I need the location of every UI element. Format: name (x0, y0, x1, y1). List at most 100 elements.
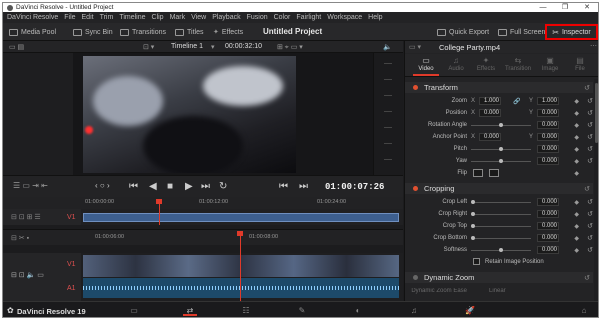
keyframe-icon[interactable]: ◆ (574, 158, 579, 165)
transform-section-header[interactable]: Transform ↺ (405, 82, 593, 93)
deliver-page-icon[interactable]: 🚀 (463, 306, 477, 316)
link-icon[interactable]: 🔗 (513, 98, 520, 105)
timeline-tools-icons[interactable]: ⊟ ✂ ▪ (11, 234, 29, 242)
play-reverse-button[interactable]: ◀ (149, 181, 157, 192)
rotation-field[interactable]: 0.000 (537, 121, 559, 129)
quick-export-button[interactable]: Quick Export (437, 26, 489, 38)
reset-icon[interactable]: ↺ (587, 133, 593, 141)
fairlight-page-icon[interactable]: ♫ (407, 306, 421, 316)
menu-color[interactable]: Color (274, 14, 291, 21)
reset-icon[interactable]: ↺ (587, 234, 593, 242)
edit-tools-icons[interactable]: ☰ ▭ ⇥ ⇤ (13, 181, 48, 190)
keyframe-icon[interactable]: ◆ (574, 235, 579, 242)
softness-slider-knob[interactable] (499, 248, 503, 252)
dynamic-zoom-enable-toggle[interactable] (413, 275, 418, 280)
anchor-y-field[interactable]: 0.000 (537, 133, 559, 141)
keyframe-icon[interactable]: ◆ (574, 98, 579, 105)
transform-enable-toggle[interactable] (413, 85, 418, 90)
cropping-section-header[interactable]: Cropping ↺ (405, 183, 593, 194)
crop-bottom-slider[interactable] (475, 238, 531, 239)
crop-top-slider[interactable] (475, 226, 531, 227)
yaw-field[interactable]: 0.000 (537, 157, 559, 165)
overview-playhead-marker[interactable] (156, 199, 162, 204)
cut-page-icon[interactable]: ⇄ (183, 306, 197, 316)
go-to-end-button[interactable]: ⏭ (201, 181, 210, 192)
full-screen-button[interactable]: Full Screen (498, 26, 545, 38)
maximize-button[interactable]: ❐ (554, 3, 576, 12)
zoom-y-field[interactable]: 1.000 (537, 97, 559, 105)
transitions-button[interactable]: Transitions (120, 26, 166, 38)
timeline-playhead[interactable] (240, 231, 241, 301)
pitch-field[interactable]: 0.000 (537, 145, 559, 153)
cropping-enable-toggle[interactable] (413, 186, 418, 191)
edit-page-icon[interactable]: ☷ (239, 306, 253, 316)
menu-edit[interactable]: Edit (82, 14, 94, 21)
keyframe-icon[interactable]: ◆ (574, 199, 579, 206)
home-icon[interactable]: ⌂ (577, 306, 591, 316)
dynamic-zoom-section-header[interactable]: Dynamic Zoom ↺ (405, 272, 593, 283)
minimize-button[interactable]: — (532, 3, 554, 12)
track-tools-icons[interactable]: ⊟ ⊡ ⊞ ☰ (11, 213, 41, 221)
crop-left-field[interactable]: 0.000 (537, 198, 559, 206)
menu-file[interactable]: File (64, 14, 75, 21)
menu-help[interactable]: Help (368, 14, 382, 21)
reset-icon[interactable]: ↺ (587, 198, 593, 206)
inspector-button[interactable]: ✂ Inspector (545, 24, 598, 40)
menu-resolve[interactable]: DaVinci Resolve (7, 14, 58, 21)
fusion-page-icon[interactable]: ✎ (295, 306, 309, 316)
go-to-start-button[interactable]: ⏮ (129, 181, 138, 192)
position-y-field[interactable]: 0.000 (537, 109, 559, 117)
track-controls-icons[interactable]: ⊟ ⊡ 🔈 ▭ (11, 271, 44, 279)
audio-clip[interactable] (83, 278, 399, 298)
stop-button[interactable]: ■ (167, 181, 173, 192)
prev-edit-button[interactable]: ⏮ (279, 181, 288, 192)
menu-playback[interactable]: Playback (212, 14, 240, 21)
tab-file[interactable]: ▤ File (565, 56, 595, 72)
media-pool-button[interactable]: Media Pool (9, 26, 56, 38)
rotation-slider-knob[interactable] (499, 123, 503, 127)
dynamic-zoom-ease-value[interactable]: Linear (489, 288, 506, 294)
overview-ruler[interactable]: 01:00:00:00 01:00:12:00 01:00:24:00 (3, 197, 403, 209)
reset-icon[interactable]: ↺ (584, 84, 590, 92)
zoom-dropdown[interactable]: ⊡ ▾ (143, 43, 154, 51)
reset-icon[interactable]: ↺ (587, 109, 593, 117)
next-edit-button[interactable]: ⏭ (299, 181, 308, 192)
menu-timeline[interactable]: Timeline (119, 14, 145, 21)
media-page-icon[interactable]: ▭ (127, 306, 141, 316)
anchor-x-field[interactable]: 0.000 (479, 133, 501, 141)
tab-effects[interactable]: ✦ Effects (471, 56, 501, 72)
menu-mark[interactable]: Mark (170, 14, 186, 21)
panel-icons[interactable]: ▭ ▾ (409, 43, 421, 51)
yaw-slider-knob[interactable] (499, 159, 503, 163)
keyframe-icon[interactable]: ◆ (574, 146, 579, 153)
keyframe-icon[interactable]: ◆ (574, 211, 579, 218)
close-button[interactable]: ✕ (576, 3, 598, 12)
crop-top-field[interactable]: 0.000 (537, 222, 559, 230)
timeline-dropdown-icon[interactable]: ▾ (211, 43, 215, 51)
keyframe-icon[interactable]: ◆ (574, 223, 579, 230)
keyframe-icon[interactable]: ◆ (574, 170, 579, 177)
loop-button[interactable]: ↻ (219, 181, 227, 192)
scrollbar-thumb[interactable] (595, 83, 598, 143)
video-clip[interactable] (83, 255, 399, 277)
reset-icon[interactable]: ↺ (587, 246, 593, 254)
flip-vertical-button[interactable] (489, 169, 499, 177)
play-button[interactable]: ▶ (185, 181, 193, 192)
tab-transition[interactable]: ⇆ Transition (503, 56, 533, 72)
crop-left-slider[interactable] (475, 202, 531, 203)
reset-icon[interactable]: ↺ (584, 274, 590, 282)
reset-icon[interactable]: ↺ (587, 210, 593, 218)
reset-icon[interactable]: ↺ (587, 157, 593, 165)
crop-bottom-field[interactable]: 0.000 (537, 234, 559, 242)
timeline-ruler[interactable]: ⊟ ✂ ▪ 01:00:06:00 01:00:08:00 (3, 229, 403, 245)
pitch-slider-knob[interactable] (499, 147, 503, 151)
speaker-icon[interactable]: 🔈 (383, 43, 392, 51)
zoom-x-field[interactable]: 1.000 (479, 97, 501, 105)
retain-image-position-checkbox[interactable] (473, 258, 480, 265)
more-options-icon[interactable]: ⋯ (590, 42, 597, 50)
menu-clip[interactable]: Clip (152, 14, 164, 21)
sync-bin-button[interactable]: Sync Bin (73, 26, 113, 38)
inspector-scrollbar[interactable] (594, 79, 598, 301)
timeline-selector[interactable]: Timeline 1 (171, 43, 203, 50)
viewer-options-icons[interactable]: ⊞ ⌖ ▭ ▾ (277, 43, 303, 52)
